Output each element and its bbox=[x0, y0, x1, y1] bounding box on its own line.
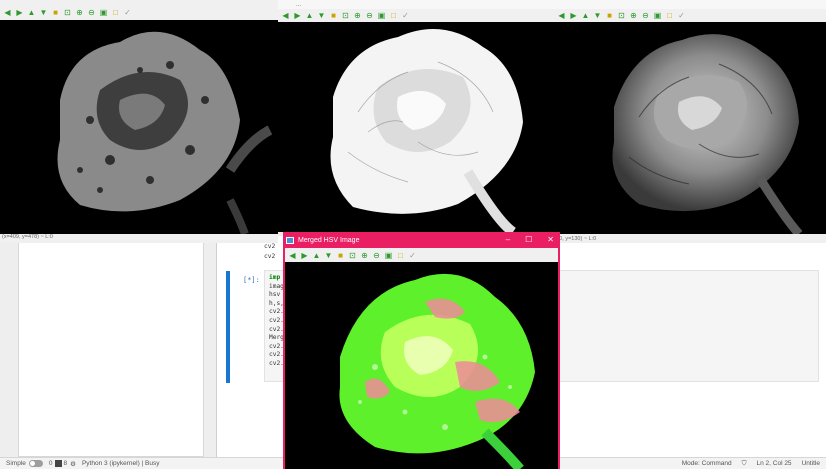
rose-grayscale-image bbox=[554, 22, 826, 237]
zoom-out-icon[interactable]: ⊖ bbox=[372, 251, 381, 260]
zoom-in-icon[interactable]: ⊕ bbox=[75, 8, 84, 17]
save-icon[interactable]: ▣ bbox=[377, 11, 386, 20]
save-icon[interactable]: ▣ bbox=[384, 251, 393, 260]
image-canvas[interactable] bbox=[285, 262, 558, 469]
shield-icon: ⛉ bbox=[741, 459, 747, 467]
previous-cell-code: cv2 cv2 bbox=[264, 242, 275, 262]
cell-prompt: [*]: bbox=[243, 276, 260, 284]
zoom-region-icon[interactable]: ⊡ bbox=[617, 11, 626, 20]
simple-mode-toggle[interactable] bbox=[28, 460, 43, 467]
kernel-icon: ⚙ bbox=[70, 460, 76, 468]
image-icon[interactable]: ■ bbox=[51, 8, 60, 17]
properties-icon[interactable]: □ bbox=[396, 251, 405, 260]
rose-value-image bbox=[0, 20, 278, 236]
arrow-left-icon[interactable]: ◀ bbox=[288, 251, 297, 260]
window-toolbar: ◀ ▶ ▲ ▼ ■ ⊡ ⊕ ⊖ ▣ □ ✓ bbox=[285, 248, 558, 262]
arrow-right-icon[interactable]: ▶ bbox=[300, 251, 309, 260]
coordinate-readout: (x=409, y=478) ~ L:0 bbox=[0, 234, 278, 243]
arrow-right-icon[interactable]: ▶ bbox=[15, 8, 24, 17]
code-line: cv2 bbox=[264, 243, 276, 250]
zoom-region-icon[interactable]: ⊡ bbox=[63, 8, 72, 17]
zoom-in-icon[interactable]: ⊕ bbox=[360, 251, 369, 260]
terminal-icon bbox=[54, 460, 62, 467]
opencv-window-saturation[interactable]: ... ◀ ▶ ▲ ▼ ■ ⊡ ⊕ ⊖ ▣ □ ✓ bbox=[278, 0, 554, 232]
code-line: cv2 bbox=[264, 253, 276, 260]
properties-icon[interactable]: □ bbox=[389, 11, 398, 20]
terminals-count-value: 0 bbox=[48, 460, 53, 467]
zoom-in-icon[interactable]: ⊕ bbox=[353, 11, 362, 20]
image-icon[interactable]: ■ bbox=[336, 251, 345, 260]
minimize-button[interactable]: – bbox=[506, 235, 510, 244]
window-toolbar: ◀ ▶ ▲ ▼ ■ ⊡ ⊕ ⊖ ▣ □ ✓ bbox=[554, 9, 826, 22]
save-icon[interactable]: ▣ bbox=[653, 11, 662, 20]
zoom-out-icon[interactable]: ⊖ bbox=[87, 8, 96, 17]
image-canvas[interactable] bbox=[278, 22, 554, 232]
image-canvas[interactable] bbox=[554, 22, 826, 237]
merged-hsv-window[interactable]: Merged HSV Image – ☐ ✕ ◀ ▶ ▲ ▼ ■ ⊡ ⊕ ⊖ ▣… bbox=[283, 232, 560, 469]
file-browser-panel[interactable] bbox=[18, 238, 204, 457]
image-canvas[interactable] bbox=[0, 20, 278, 236]
arrow-down-icon[interactable]: ▼ bbox=[593, 11, 602, 20]
arrow-right-icon[interactable]: ▶ bbox=[569, 11, 578, 20]
arrow-up-icon[interactable]: ▲ bbox=[312, 251, 321, 260]
file-name: Untitle bbox=[801, 460, 820, 467]
maximize-button[interactable]: ☐ bbox=[525, 235, 532, 244]
image-icon[interactable]: ■ bbox=[329, 11, 338, 20]
opencv-window-original[interactable]: ◀ ▶ ▲ ▼ ■ ⊡ ⊕ ⊖ ▣ □ ✓ =0, y=130) ~ L:0 bbox=[554, 0, 826, 243]
active-cell-indicator[interactable] bbox=[226, 271, 230, 383]
app-icon bbox=[286, 236, 294, 244]
arrow-left-icon[interactable]: ◀ bbox=[3, 8, 12, 17]
zoom-in-icon[interactable]: ⊕ bbox=[629, 11, 638, 20]
pin-icon[interactable]: ✓ bbox=[401, 11, 410, 20]
arrow-left-icon[interactable]: ◀ bbox=[281, 11, 290, 20]
window-toolbar: ◀ ▶ ▲ ▼ ■ ⊡ ⊕ ⊖ ▣ □ ✓ bbox=[278, 9, 554, 22]
pin-icon[interactable]: ✓ bbox=[677, 11, 686, 20]
pin-icon[interactable]: ✓ bbox=[408, 251, 417, 260]
arrow-down-icon[interactable]: ▼ bbox=[324, 251, 333, 260]
close-button[interactable]: ✕ bbox=[547, 235, 554, 244]
coordinate-readout: =0, y=130) ~ L:0 bbox=[554, 236, 826, 243]
properties-icon[interactable]: □ bbox=[665, 11, 674, 20]
simple-mode[interactable]: Simple bbox=[6, 460, 43, 467]
arrow-left-icon[interactable]: ◀ bbox=[557, 11, 566, 20]
opencv-window-value[interactable]: ◀ ▶ ▲ ▼ ■ ⊡ ⊕ ⊖ ▣ □ ✓ (x=409, y=478) ~ L… bbox=[0, 0, 278, 243]
cursor-position[interactable]: Ln 2, Col 25 bbox=[757, 460, 792, 467]
properties-icon[interactable]: □ bbox=[111, 8, 120, 17]
rose-merged-hsv-image bbox=[285, 262, 558, 469]
arrow-up-icon[interactable]: ▲ bbox=[27, 8, 36, 17]
zoom-out-icon[interactable]: ⊖ bbox=[365, 11, 374, 20]
mode-indicator: Mode: Command bbox=[681, 460, 732, 467]
simple-mode-label: Simple bbox=[6, 460, 26, 467]
image-icon[interactable]: ■ bbox=[605, 11, 614, 20]
pin-icon[interactable]: ✓ bbox=[123, 8, 132, 17]
zoom-out-icon[interactable]: ⊖ bbox=[641, 11, 650, 20]
kernels-count-value: 8 bbox=[63, 460, 68, 467]
window-controls: – ☐ ✕ bbox=[506, 235, 554, 244]
arrow-down-icon[interactable]: ▼ bbox=[317, 11, 326, 20]
arrow-right-icon[interactable]: ▶ bbox=[293, 11, 302, 20]
window-title: Merged HSV Image bbox=[298, 236, 360, 244]
kernel-status[interactable]: Python 3 (ipykernel) | Busy bbox=[82, 460, 160, 467]
arrow-down-icon[interactable]: ▼ bbox=[39, 8, 48, 17]
rose-saturation-image bbox=[278, 22, 554, 232]
save-icon[interactable]: ▣ bbox=[99, 8, 108, 17]
desktop: cv2 cv2 [*]: imp imag hsv h,s, cv2. cv2.… bbox=[0, 0, 826, 469]
terminals-count[interactable]: 0 8 ⚙ bbox=[49, 460, 76, 468]
arrow-up-icon[interactable]: ▲ bbox=[305, 11, 314, 20]
window-toolbar: ◀ ▶ ▲ ▼ ■ ⊡ ⊕ ⊖ ▣ □ ✓ bbox=[0, 6, 278, 19]
zoom-region-icon[interactable]: ⊡ bbox=[341, 11, 350, 20]
arrow-up-icon[interactable]: ▲ bbox=[581, 11, 590, 20]
zoom-region-icon[interactable]: ⊡ bbox=[348, 251, 357, 260]
